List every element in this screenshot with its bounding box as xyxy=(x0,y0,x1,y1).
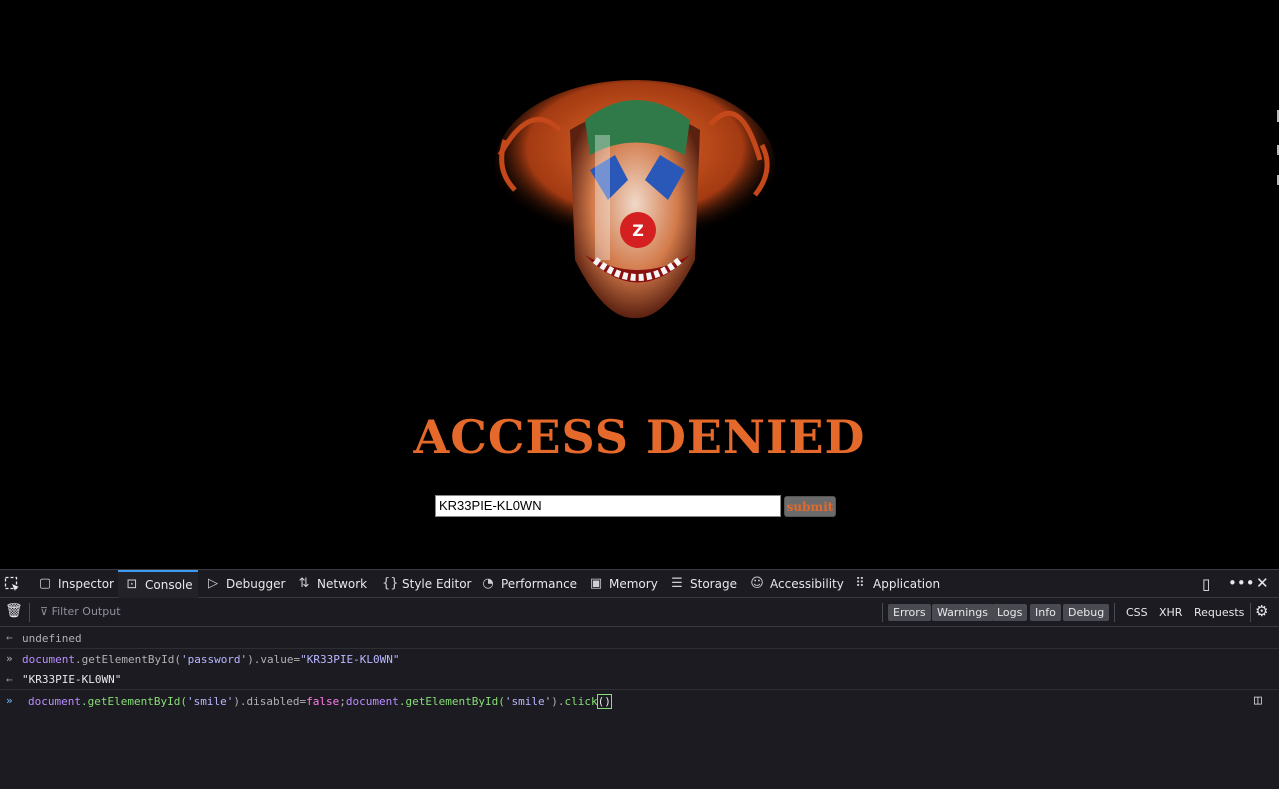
console-command: » document.getElementById('password').va… xyxy=(6,652,400,666)
divider xyxy=(1114,603,1115,622)
console-result: ← undefined xyxy=(0,628,1279,649)
filter-info[interactable]: Info xyxy=(1030,604,1061,621)
filter-css[interactable]: CSS xyxy=(1121,604,1153,621)
application-icon: ⠿ xyxy=(855,576,865,591)
tab-accessibility[interactable]: ☺ Accessibility xyxy=(750,570,844,598)
tab-style-editor[interactable]: {} Style Editor xyxy=(382,570,471,598)
submit-button[interactable]: submit xyxy=(784,496,836,517)
tab-console[interactable]: ⊡ Console xyxy=(118,570,198,598)
storage-icon: ☰ xyxy=(671,576,683,591)
memory-icon: ▣ xyxy=(589,576,603,591)
responsive-design-icon[interactable]: ▯ xyxy=(1202,575,1210,593)
inspector-icon: ▢ xyxy=(38,576,52,591)
result-arrow-icon: ← xyxy=(6,631,13,644)
filter-icon: ⊽ xyxy=(40,605,52,618)
access-denied-heading: ACCESS DENIED xyxy=(413,410,866,464)
divider xyxy=(29,603,30,622)
tab-memory[interactable]: ▣ Memory xyxy=(589,570,658,598)
console-input[interactable]: » document.getElementById('smile').disab… xyxy=(0,690,1279,712)
tab-inspector[interactable]: ▢ Inspector xyxy=(38,570,114,598)
divider xyxy=(1250,603,1251,622)
filter-errors[interactable]: Errors xyxy=(888,604,931,621)
performance-icon: ◔ xyxy=(482,576,494,591)
filter-requests[interactable]: Requests xyxy=(1189,604,1249,621)
filter-warnings[interactable]: Warnings xyxy=(932,604,993,621)
console-icon: ⊡ xyxy=(126,577,138,592)
filter-xhr[interactable]: XHR xyxy=(1154,604,1187,621)
settings-gear-icon[interactable]: ⚙ xyxy=(1255,602,1268,620)
tab-debugger[interactable]: ▷ Debugger xyxy=(206,570,285,598)
webpage: Z ACCESS DENIED KR33PIE-KL0WN submit xyxy=(0,0,1279,569)
network-icon: ⇅ xyxy=(298,576,310,591)
tab-storage[interactable]: ☰ Storage xyxy=(670,570,737,598)
password-input[interactable]: KR33PIE-KL0WN xyxy=(435,495,781,517)
filter-logs[interactable]: Logs xyxy=(992,604,1028,621)
tab-network[interactable]: ⇅ Network xyxy=(297,570,368,598)
element-picker-icon[interactable] xyxy=(4,576,20,596)
divider xyxy=(882,603,883,622)
filter-debug[interactable]: Debug xyxy=(1063,604,1110,621)
console-result: ← "KR33PIE-KL0WN" xyxy=(0,670,1279,690)
accessibility-icon: ☺ xyxy=(750,576,764,591)
debugger-icon: ▷ xyxy=(208,576,218,591)
clown-image: Z xyxy=(495,80,775,319)
tab-performance[interactable]: ◔ Performance xyxy=(481,570,577,598)
devtools-panel: ▢ Inspector ⊡ Console ▷ Debugger ⇅ Network {… xyxy=(0,569,1279,789)
console-toolbar: 🗑 ⊽ Filter Output Errors Warnings Logs I… xyxy=(0,598,1279,627)
trash-icon[interactable]: 🗑 xyxy=(5,603,23,619)
style-editor-icon: {} xyxy=(382,576,399,591)
filter-output-input[interactable]: ⊽ Filter Output xyxy=(40,605,121,618)
devtools-tab-bar: ▢ Inspector ⊡ Console ▷ Debugger ⇅ Network {… xyxy=(0,569,1279,598)
svg-text:Z: Z xyxy=(632,221,644,240)
prompt-chevron-icon: » xyxy=(6,694,13,707)
editor-mode-icon[interactable]: ◫ xyxy=(1254,693,1262,708)
more-options-icon[interactable]: ••• xyxy=(1228,574,1255,592)
tab-application[interactable]: ⠿ Application xyxy=(853,570,940,598)
result-arrow-icon: ← xyxy=(6,673,13,686)
close-icon[interactable]: ✕ xyxy=(1256,574,1269,592)
command-chevron-icon: » xyxy=(6,652,13,665)
